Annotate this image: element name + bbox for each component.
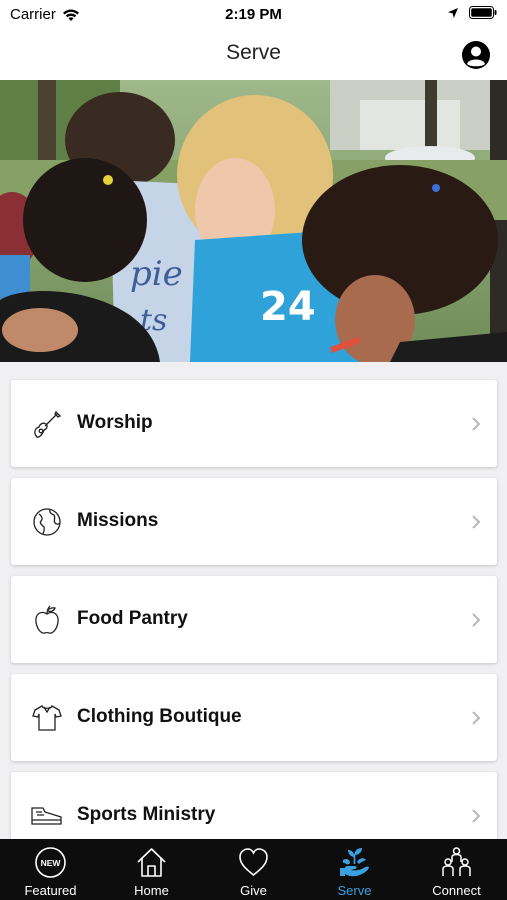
tab-label: Connect: [432, 883, 481, 898]
svg-text:24: 24: [260, 284, 316, 330]
hero-image: pie ts 24: [0, 80, 507, 362]
people-icon: [442, 847, 471, 876]
tab-label: Serve: [337, 883, 372, 898]
chevron-right-icon: [472, 515, 481, 529]
new-badge-text: NEW: [41, 858, 62, 868]
tab-connect[interactable]: Connect: [406, 839, 507, 900]
globe-icon: [33, 508, 61, 536]
hand-plant-icon: [340, 848, 369, 877]
tab-label: Home: [134, 883, 169, 898]
tab-home[interactable]: Home: [101, 839, 202, 900]
profile-icon[interactable]: [461, 40, 491, 70]
new-badge-icon: NEW: [35, 847, 66, 878]
shirt-icon: [32, 705, 62, 731]
tab-featured[interactable]: NEW Featured: [0, 839, 101, 900]
chevron-right-icon: [472, 711, 481, 725]
tab-serve[interactable]: Serve: [304, 839, 405, 900]
list-item-worship[interactable]: Worship: [11, 380, 497, 467]
location-arrow-icon: [448, 7, 458, 18]
list-item-label: Missions: [77, 510, 159, 531]
list-item-clothing-boutique[interactable]: Clothing Boutique: [11, 674, 497, 761]
list-item-label: Food Pantry: [77, 608, 188, 629]
heart-icon: [239, 848, 268, 877]
tab-give[interactable]: Give: [203, 839, 304, 900]
status-right: [447, 6, 497, 19]
battery-icon: [469, 6, 497, 19]
chevron-right-icon: [472, 613, 481, 627]
list-item-label: Clothing Boutique: [77, 706, 242, 727]
page-title: Serve: [226, 41, 281, 64]
tab-bar: NEW Featured Home Give Serve Connect: [0, 839, 507, 900]
navigation-bar: Serve: [0, 30, 507, 80]
list-item-label: Worship: [77, 412, 153, 433]
sneaker-icon: [31, 807, 62, 825]
status-time: 2:19 PM: [225, 6, 282, 23]
list-item-label: Sports Ministry: [77, 804, 216, 825]
chevron-right-icon: [472, 417, 481, 431]
apple-icon: [35, 605, 59, 634]
chevron-right-icon: [472, 809, 481, 823]
status-bar: Carrier 2:19 PM: [0, 0, 507, 30]
svg-text:pie: pie: [130, 254, 183, 294]
tab-label: Featured: [24, 883, 77, 898]
guitar-icon: [34, 410, 62, 438]
house-icon: [137, 848, 166, 877]
list-item-missions[interactable]: Missions: [11, 478, 497, 565]
tab-label: Give: [240, 883, 267, 898]
list-item-food-pantry[interactable]: Food Pantry: [11, 576, 497, 663]
